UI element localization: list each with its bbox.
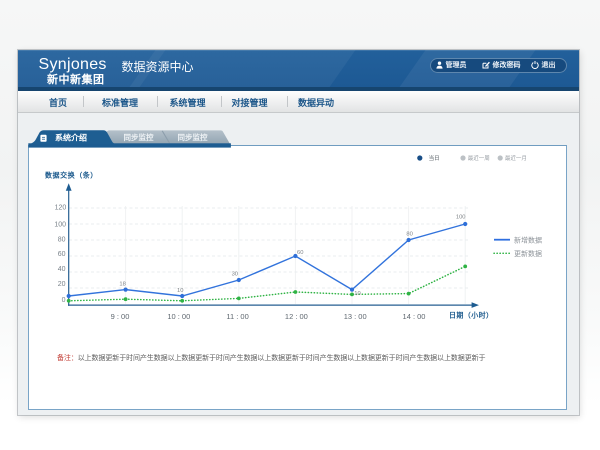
svg-text:80: 80	[406, 232, 412, 238]
svg-text:新增数据: 新增数据	[514, 235, 542, 244]
svg-text:数据交换（条）: 数据交换（条）	[45, 171, 98, 180]
svg-text:同步监控: 同步监控	[178, 132, 208, 142]
svg-text:11 : 00: 11 : 00	[226, 312, 248, 321]
svg-text:9 : 00: 9 : 00	[111, 312, 130, 321]
svg-text:80: 80	[58, 236, 66, 243]
svg-text:60: 60	[58, 251, 66, 258]
svg-text:最近一月: 最近一月	[505, 154, 527, 162]
svg-text:13 : 00: 13 : 00	[344, 312, 367, 321]
svg-text:日期（小时）: 日期（小时）	[449, 311, 493, 320]
svg-text:12 : 00: 12 : 00	[285, 312, 308, 321]
svg-text:同步监控: 同步监控	[124, 132, 154, 142]
svg-text:10: 10	[354, 291, 360, 297]
svg-text:60: 60	[297, 250, 303, 256]
svg-text:更新数据: 更新数据	[514, 249, 542, 258]
svg-text:10 : 00: 10 : 00	[167, 312, 190, 321]
svg-text:最近一周: 最近一周	[468, 154, 490, 162]
svg-text:30: 30	[232, 272, 238, 278]
svg-text:当日: 当日	[429, 154, 440, 162]
svg-text:100: 100	[456, 214, 466, 220]
svg-text:18: 18	[119, 281, 125, 287]
svg-text:120: 120	[55, 205, 67, 212]
svg-text:40: 40	[58, 266, 66, 273]
svg-text:14 : 00: 14 : 00	[403, 312, 426, 321]
svg-text:0: 0	[62, 297, 66, 304]
svg-text:20: 20	[58, 281, 66, 288]
svg-text:系统介绍: 系统介绍	[55, 132, 87, 142]
svg-text:10: 10	[177, 288, 183, 294]
svg-text:100: 100	[54, 222, 66, 229]
